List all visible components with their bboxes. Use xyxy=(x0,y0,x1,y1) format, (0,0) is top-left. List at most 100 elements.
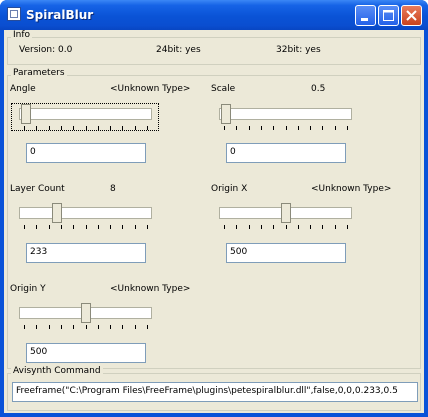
slider-ticks xyxy=(219,225,352,230)
slider-tick xyxy=(36,325,37,329)
slider-tick xyxy=(24,325,25,329)
slider-tick xyxy=(135,325,136,329)
minimize-button[interactable] xyxy=(355,5,376,26)
close-button[interactable] xyxy=(401,5,422,26)
app-icon[interactable] xyxy=(7,7,21,21)
slider-tick xyxy=(298,225,299,229)
layer-count-slider[interactable] xyxy=(19,203,152,229)
slider-tick xyxy=(147,126,148,130)
slider-tick xyxy=(49,225,50,229)
24bit-label: 24bit: yes xyxy=(156,45,201,55)
32bit-label: 32bit: yes xyxy=(276,45,321,55)
slider-thumb[interactable] xyxy=(52,203,62,223)
slider-tick xyxy=(73,126,74,130)
slider-tick xyxy=(310,126,311,130)
slider-tick xyxy=(147,325,148,329)
slider-tick xyxy=(335,225,336,229)
slider-tick xyxy=(110,126,111,130)
slider-ticks xyxy=(219,126,352,131)
slider-ticks xyxy=(19,126,152,131)
angle-label: Angle xyxy=(10,84,36,94)
slider-tick xyxy=(36,126,37,130)
slider-tick xyxy=(347,126,348,130)
slider-tick xyxy=(61,325,62,329)
slider-tick xyxy=(335,126,336,130)
avisynth-group-title: Avisynth Command xyxy=(11,366,103,376)
slider-thumb[interactable] xyxy=(21,104,31,124)
scale-label: Scale xyxy=(211,84,236,94)
angle-input[interactable]: 0 xyxy=(26,143,146,163)
slider-tick xyxy=(49,325,50,329)
slider-track[interactable] xyxy=(19,108,152,120)
version-label: Version: 0.0 xyxy=(19,45,73,55)
slider-tick xyxy=(122,325,123,329)
scale-value: 0.5 xyxy=(311,84,326,94)
avisynth-command-field[interactable]: Freeframe("C:\Program Files\FreeFrame\pl… xyxy=(12,382,418,402)
slider-tick xyxy=(98,325,99,329)
slider-tick xyxy=(224,126,225,130)
slider-thumb[interactable] xyxy=(221,104,231,124)
slider-tick xyxy=(236,126,237,130)
info-group-title: Info xyxy=(11,30,33,40)
slider-tick xyxy=(224,225,225,229)
application-window: SpiralBlur Info Version: 0.0 24bit: yes … xyxy=(0,0,428,417)
origin-y-input[interactable]: 500 xyxy=(26,343,146,363)
window-bottom-frame xyxy=(0,413,428,417)
slider-tick xyxy=(73,325,74,329)
slider-tick xyxy=(261,225,262,229)
client-area: Info Version: 0.0 24bit: yes 32bit: yes … xyxy=(4,30,424,413)
slider-ticks xyxy=(19,325,152,330)
scale-input[interactable]: 0 xyxy=(226,143,346,163)
layer-count-value: 8 xyxy=(110,184,116,194)
slider-thumb[interactable] xyxy=(281,203,291,223)
slider-tick xyxy=(298,126,299,130)
slider-tick xyxy=(24,225,25,229)
close-icon xyxy=(406,10,417,21)
window-title: SpiralBlur xyxy=(26,8,94,22)
slider-tick xyxy=(249,225,250,229)
slider-tick xyxy=(98,225,99,229)
layer-count-label: Layer Count xyxy=(10,184,65,194)
origin-x-input[interactable]: 500 xyxy=(226,243,346,263)
parameters-group-title: Parameters xyxy=(11,68,67,78)
slider-tick xyxy=(261,126,262,130)
scale-slider[interactable] xyxy=(219,104,352,131)
origin-x-value: <Unknown Type> xyxy=(311,184,392,194)
slider-tick xyxy=(98,126,99,130)
slider-tick xyxy=(322,126,323,130)
slider-tick xyxy=(73,225,74,229)
slider-tick xyxy=(135,225,136,229)
origin-y-value: <Unknown Type> xyxy=(110,284,191,294)
slider-tick xyxy=(122,225,123,229)
slider-tick xyxy=(24,126,25,130)
angle-value: <Unknown Type> xyxy=(110,84,191,94)
slider-thumb[interactable] xyxy=(81,303,91,323)
slider-tick xyxy=(86,126,87,130)
slider-tick xyxy=(36,225,37,229)
slider-tick xyxy=(135,126,136,130)
slider-track[interactable] xyxy=(19,207,152,219)
slider-tick xyxy=(61,225,62,229)
title-bar[interactable]: SpiralBlur xyxy=(0,0,428,30)
origin-x-slider[interactable] xyxy=(219,203,352,230)
maximize-button[interactable] xyxy=(378,5,399,26)
slider-tick xyxy=(86,225,87,229)
slider-track[interactable] xyxy=(219,108,352,120)
slider-tick xyxy=(61,126,62,130)
slider-tick xyxy=(286,126,287,130)
origin-x-label: Origin X xyxy=(211,184,248,194)
slider-tick xyxy=(86,325,87,329)
maximize-icon xyxy=(383,10,394,21)
minimize-icon xyxy=(361,18,368,21)
slider-tick xyxy=(147,225,148,229)
origin-y-slider[interactable] xyxy=(19,303,152,330)
slider-tick xyxy=(310,225,311,229)
slider-tick xyxy=(273,126,274,130)
slider-tick xyxy=(49,126,50,130)
slider-tick xyxy=(110,225,111,229)
angle-slider[interactable] xyxy=(19,104,152,131)
layer-count-input[interactable]: 233 xyxy=(26,243,146,263)
slider-tick xyxy=(347,225,348,229)
slider-tick xyxy=(122,126,123,130)
slider-tick xyxy=(273,225,274,229)
